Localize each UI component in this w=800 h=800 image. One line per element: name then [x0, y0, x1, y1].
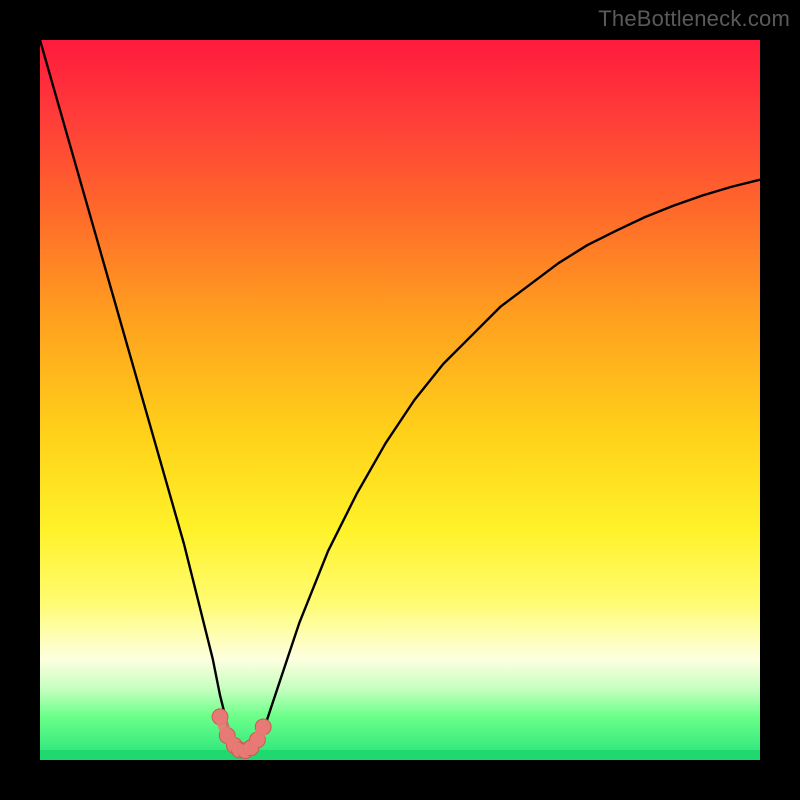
chart-frame: TheBottleneck.com: [0, 0, 800, 800]
chart-svg: [40, 40, 760, 760]
bottleneck-curve: [40, 40, 760, 753]
plot-area: [40, 40, 760, 760]
watermark-text: TheBottleneck.com: [598, 6, 790, 32]
